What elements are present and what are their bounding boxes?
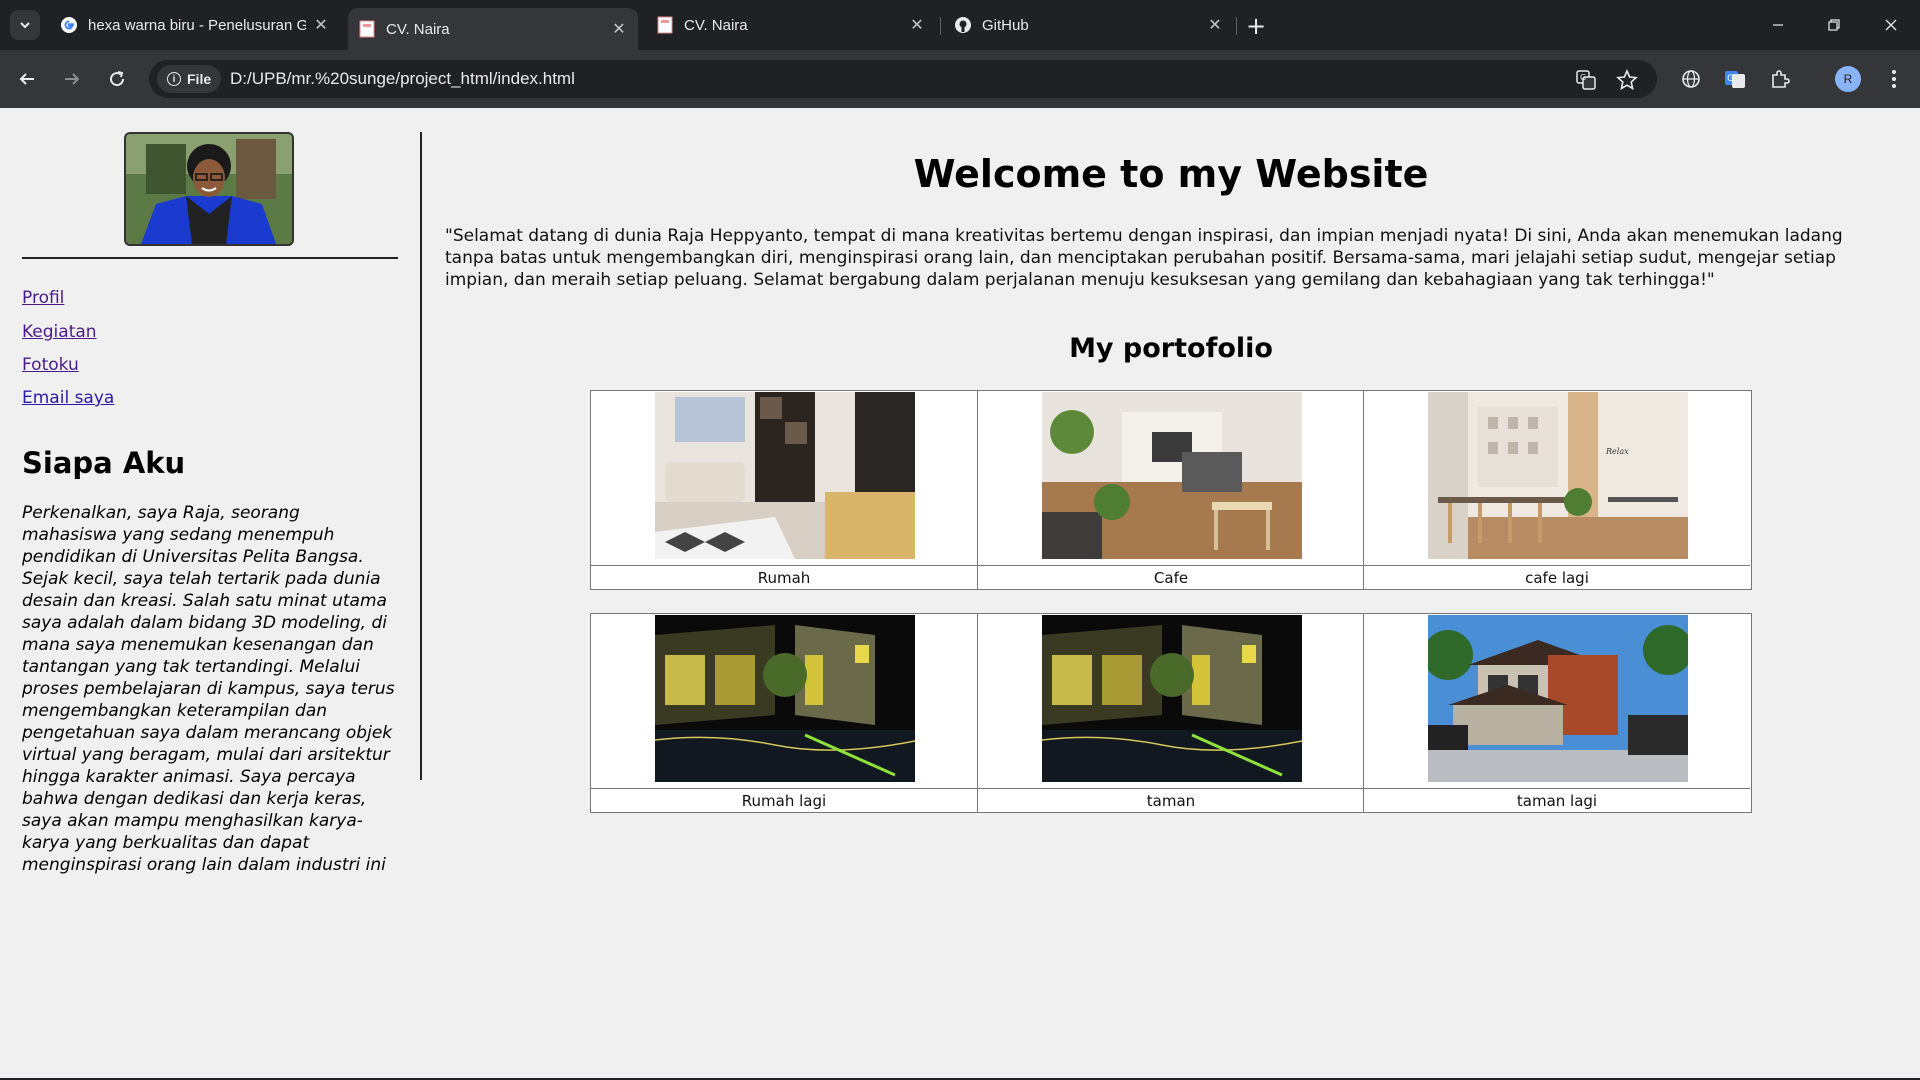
portfolio-image-cafe-lagi[interactable]: Relax	[1428, 392, 1688, 559]
site-info-chip[interactable]: i File	[157, 65, 222, 93]
svg-text:G: G	[1580, 73, 1586, 82]
close-icon[interactable]: ✕	[312, 16, 330, 34]
portfolio-item[interactable]: Cafe	[977, 391, 1364, 589]
portfolio-image-rumah-lagi[interactable]	[655, 615, 915, 782]
tab-search-button[interactable]	[10, 10, 40, 40]
reload-button[interactable]	[102, 64, 132, 94]
translate-icon[interactable]: G	[1575, 69, 1597, 91]
close-icon[interactable]: ✕	[610, 20, 628, 38]
svg-text:G: G	[1727, 74, 1734, 84]
portfolio-item[interactable]: taman lagi	[1363, 614, 1750, 812]
portfolio-caption: Rumah lagi	[741, 792, 827, 810]
close-icon[interactable]: ✕	[908, 16, 926, 34]
minimize-button[interactable]	[1755, 10, 1801, 40]
restore-button[interactable]	[1811, 10, 1857, 40]
sidebar-divider	[22, 257, 398, 259]
nav-link-fotoku[interactable]: Fotoku	[22, 355, 79, 375]
caption-divider	[1364, 565, 1750, 566]
close-window-button[interactable]	[1868, 10, 1914, 40]
forward-button[interactable]	[57, 64, 87, 94]
caption-divider	[591, 788, 977, 789]
google-icon	[60, 16, 78, 34]
info-icon: i	[167, 72, 181, 86]
new-tab-button[interactable]: +	[1242, 12, 1270, 40]
tab-title: hexa warna biru - Penelusuran Google	[88, 16, 306, 34]
page-favicon-icon	[358, 20, 376, 38]
profile-photo	[124, 132, 294, 246]
back-button[interactable]	[12, 64, 42, 94]
portfolio-caption: Rumah	[757, 569, 811, 587]
portfolio-image-cafe[interactable]	[1042, 392, 1302, 559]
url-text[interactable]: D:/UPB/mr.%20sunge/project_html/index.ht…	[230, 69, 575, 89]
portfolio-item[interactable]: taman	[977, 614, 1364, 812]
portfolio-image-taman-lagi[interactable]	[1428, 615, 1688, 782]
sidebar-vertical-divider	[420, 132, 422, 780]
page-title: Welcome to my Website	[913, 152, 1429, 196]
tab-github[interactable]: GitHub ✕	[944, 8, 1234, 42]
nav-link-kegiatan[interactable]: Kegiatan	[22, 322, 97, 342]
about-paragraph: Perkenalkan, saya Raja, seorang mahasisw…	[22, 503, 395, 875]
reload-icon	[110, 71, 125, 87]
tab-separator	[1236, 17, 1237, 35]
portfolio-item[interactable]: Relax cafe lagi	[1363, 391, 1750, 589]
caption-divider	[978, 565, 1364, 566]
svg-text:Relax: Relax	[1605, 447, 1629, 456]
nav-link-profil[interactable]: Profil	[22, 288, 64, 308]
profile-avatar[interactable]: R	[1832, 63, 1861, 92]
extensions-puzzle-icon[interactable]	[1766, 65, 1794, 93]
caption-divider	[1364, 788, 1750, 789]
page-content: Profil Kegiatan Fotoku Email saya Siapa …	[0, 108, 1920, 1078]
portfolio-item[interactable]: Rumah	[591, 391, 977, 589]
tab-separator	[940, 17, 941, 35]
arrow-right-icon	[65, 73, 80, 85]
site-info-label: File	[187, 71, 212, 87]
arrow-left-icon	[19, 73, 34, 85]
portfolio-caption: cafe lagi	[1525, 569, 1589, 587]
tab-title: GitHub	[982, 16, 1029, 34]
kebab-menu-icon[interactable]	[1880, 65, 1908, 93]
portfolio-table-row-1: Rumah Cafe Relax cafe lagi	[590, 390, 1752, 590]
globe-extension-icon[interactable]	[1677, 65, 1705, 93]
tab-strip: hexa warna biru - Penelusuran Google ✕ C…	[0, 0, 1920, 50]
page-favicon-icon	[656, 16, 674, 34]
sidebar-heading: Siapa Aku	[22, 446, 186, 480]
portfolio-table-row-2: Rumah lagi taman taman lagi	[590, 613, 1752, 813]
portfolio-item[interactable]: Rumah lagi	[591, 614, 977, 812]
portfolio-image-rumah[interactable]	[655, 392, 915, 559]
portfolio-image-taman[interactable]	[1042, 615, 1302, 782]
intro-paragraph: "Selamat datang di dunia Raja Heppyanto,…	[445, 226, 1843, 290]
tab-google-search[interactable]: hexa warna biru - Penelusuran Google ✕	[50, 8, 340, 42]
portfolio-caption: taman	[1146, 792, 1196, 810]
nav-link-email-saya[interactable]: Email saya	[22, 388, 114, 408]
tab-title: CV. Naira	[386, 20, 450, 38]
close-icon[interactable]: ✕	[1206, 16, 1224, 34]
caption-divider	[978, 788, 1364, 789]
chevron-down-icon	[20, 22, 30, 29]
tab-cv-naira-active[interactable]: CV. Naira ✕	[348, 8, 638, 50]
address-bar[interactable]: i File D:/UPB/mr.%20sunge/project_html/i…	[149, 60, 1657, 98]
caption-divider	[591, 565, 977, 566]
tab-cv-naira[interactable]: CV. Naira ✕	[646, 8, 936, 42]
portfolio-caption: Cafe	[1153, 569, 1189, 587]
bookmark-star-icon[interactable]	[1616, 69, 1638, 91]
avatar-initial: R	[1835, 66, 1861, 92]
portfolio-title: My portofolio	[1069, 333, 1273, 364]
github-icon	[954, 16, 972, 34]
google-translate-extension-icon[interactable]: G	[1721, 65, 1749, 93]
browser-toolbar: i File D:/UPB/mr.%20sunge/project_html/i…	[0, 50, 1920, 108]
tab-title: CV. Naira	[684, 16, 748, 34]
portfolio-caption: taman lagi	[1516, 792, 1598, 810]
